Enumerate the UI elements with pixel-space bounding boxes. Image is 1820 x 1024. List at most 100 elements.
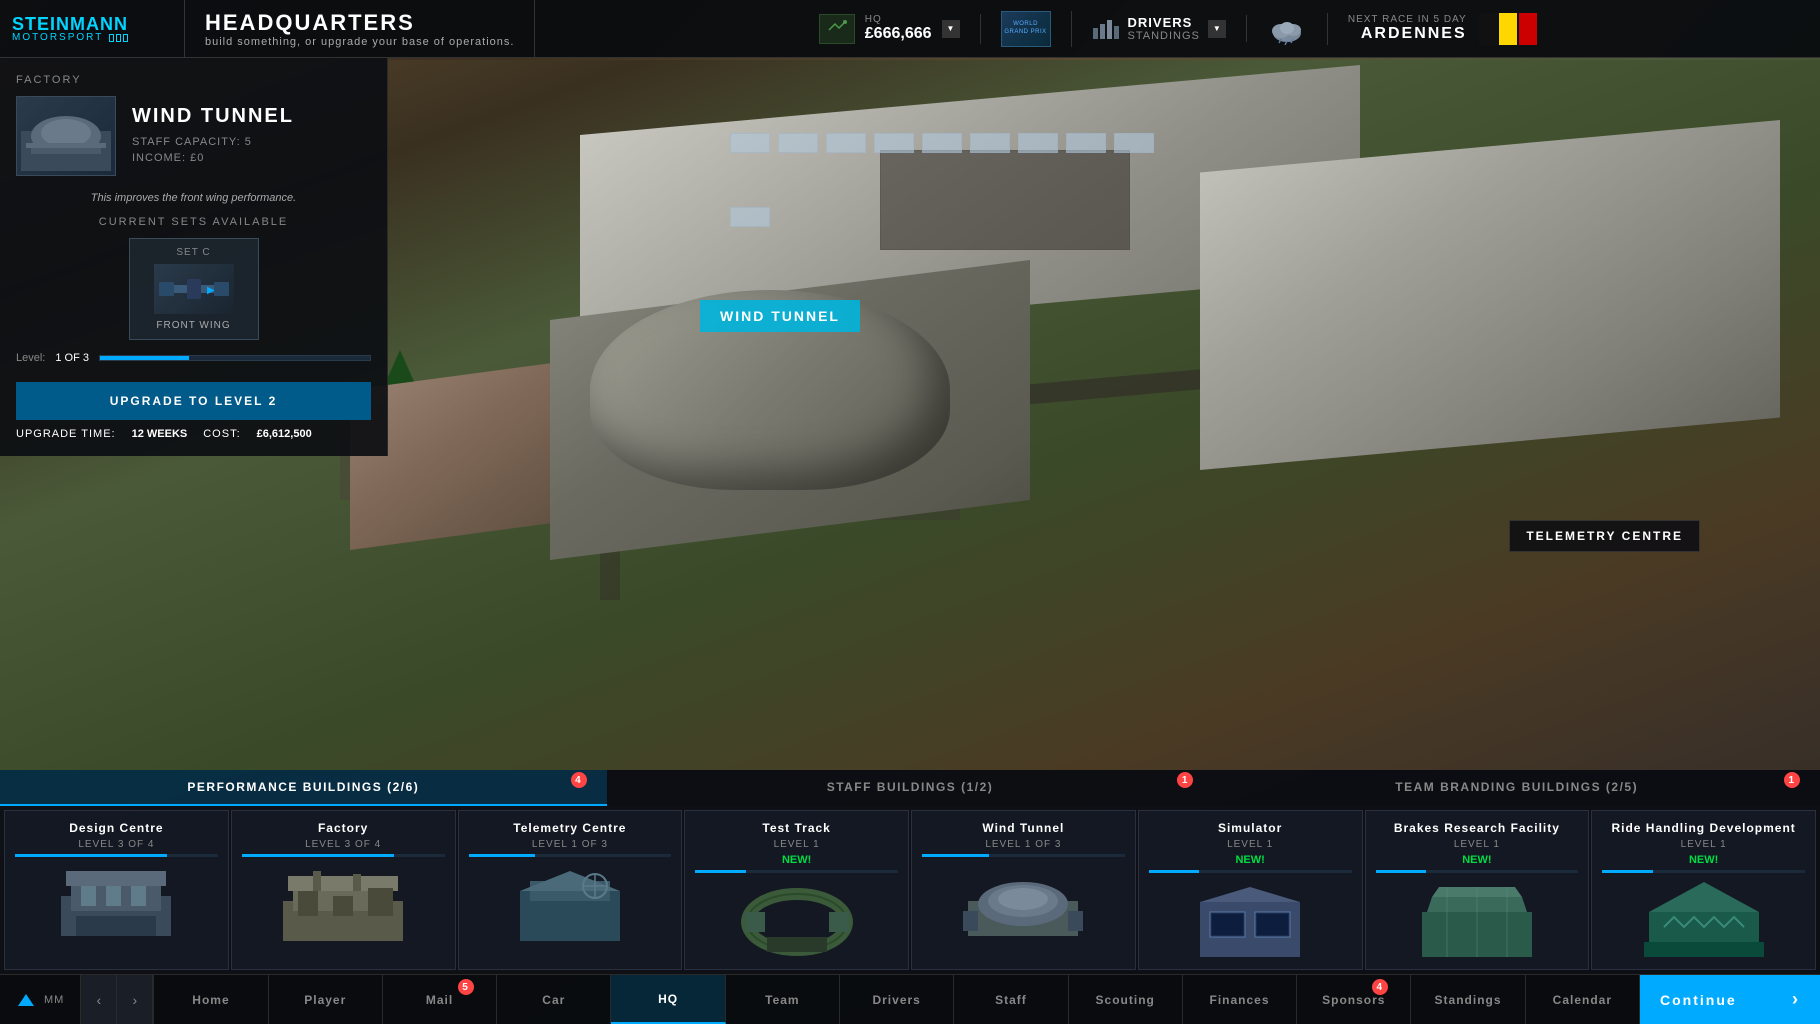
bc-bar-factory: [242, 854, 445, 857]
level-value: 1 OF 3: [55, 352, 89, 364]
bc-image-test-track: [695, 879, 898, 959]
bc-image-simulator: [1149, 879, 1352, 959]
building-card-design-centre[interactable]: Design Centre LEVEL 3 OF 4: [4, 810, 229, 970]
building-header: WIND TUNNEL STAFF CAPACITY: 5 INCOME: £0: [16, 96, 371, 176]
next-race-label: NEXT RACE IN 5 DAY: [1348, 14, 1467, 25]
world-gp-badge: WORLDGRAND PRIX: [1001, 11, 1051, 47]
staff-capacity-row: STAFF CAPACITY: 5: [132, 136, 371, 148]
bc-bar-fill-telemetry: [469, 854, 536, 857]
design-centre-img: [56, 866, 176, 941]
set-label: SET C: [138, 247, 250, 258]
bc-level-factory: LEVEL 3 OF 4: [242, 839, 445, 850]
nav-calendar[interactable]: Calendar: [1526, 975, 1640, 1024]
logo-steinmann: STEINMANN: [12, 15, 128, 33]
level-bar-fill: [100, 356, 189, 360]
money-icon: [819, 14, 855, 44]
bc-bar-fill-factory: [242, 854, 394, 857]
staff-capacity: STAFF CAPACITY: 5: [132, 136, 252, 148]
level-info-row: Level: 1 OF 3: [16, 352, 371, 364]
bc-level-test-track: LEVEL 1: [695, 839, 898, 850]
telemetry-img: [510, 866, 630, 941]
header-middle: HQ £666,666 ▼ WORLDGRAND PRIX DRIVERS ST…: [535, 11, 1820, 47]
staff-badge: 1: [1177, 772, 1193, 788]
nav-scouting[interactable]: Scouting: [1069, 975, 1183, 1024]
next-race-text: NEXT RACE IN 5 DAY ARDENNES: [1348, 14, 1467, 43]
bc-image-brakes: [1376, 879, 1579, 959]
logo-area: STEINMANN MOTORSPORT: [0, 0, 185, 57]
building-card-factory[interactable]: Factory LEVEL 3 OF 4: [231, 810, 456, 970]
nav-mail[interactable]: Mail 5: [383, 975, 497, 1024]
building-card-wind-tunnel[interactable]: Wind Tunnel LEVEL 1 OF 3: [911, 810, 1136, 970]
next-race-location: ARDENNES: [1348, 25, 1467, 43]
upgrade-cost-value: £6,612,500: [257, 428, 312, 440]
bc-name-factory: Factory: [242, 821, 445, 835]
nav-standings[interactable]: Standings: [1411, 975, 1525, 1024]
level-bar: [99, 355, 371, 361]
bc-bar-test-track: [695, 870, 898, 873]
building-card-ride-handling[interactable]: Ride Handling Development LEVEL 1 NEW!: [1591, 810, 1816, 970]
test-track-img: [737, 882, 857, 957]
nav-back-btn[interactable]: ‹: [81, 975, 117, 1024]
bc-name-telemetry: Telemetry Centre: [469, 821, 672, 835]
bc-level-brakes: LEVEL 1: [1376, 839, 1579, 850]
nav-team[interactable]: Team: [726, 975, 840, 1024]
drivers-area[interactable]: DRIVERS STANDINGS ▼: [1072, 15, 1247, 42]
nav-home[interactable]: Home: [154, 975, 268, 1024]
building-card-brakes[interactable]: Brakes Research Facility LEVEL 1 NEW!: [1365, 810, 1590, 970]
logo-motorsport: MOTORSPORT: [12, 33, 103, 43]
building-name: WIND TUNNEL: [132, 105, 371, 128]
bc-level-simulator: LEVEL 1: [1149, 839, 1352, 850]
sponsors-badge: 4: [1372, 979, 1388, 995]
income: INCOME: £0: [132, 152, 204, 164]
nav-forward-btn[interactable]: ›: [117, 975, 153, 1024]
upgrade-details: UPGRADE TIME: 12 WEEKS COST: £6,612,500: [16, 428, 371, 440]
building-description: This improves the front wing performance…: [16, 192, 371, 204]
upgrade-time-label: UPGRADE TIME:: [16, 428, 116, 440]
bc-name-test-track: Test Track: [695, 821, 898, 835]
nav-staff[interactable]: Staff: [954, 975, 1068, 1024]
tab-staff[interactable]: STAFF BUILDINGS (1/2) 1: [607, 770, 1214, 806]
upgrade-button[interactable]: UPGRADE TO LEVEL 2: [16, 382, 371, 420]
performance-badge: 4: [571, 772, 587, 788]
nav-player[interactable]: Player: [269, 975, 383, 1024]
bc-bar-ride: [1602, 870, 1805, 873]
bc-new-test-track: NEW!: [695, 854, 898, 866]
current-sets-label: CURRENT SETS AVAILABLE: [16, 216, 371, 228]
svg-text:▶: ▶: [207, 285, 215, 296]
set-card[interactable]: SET C ▶ FRONT WING: [129, 238, 259, 340]
drivers-label: DRIVERS: [1128, 15, 1200, 30]
ride-handling-img: [1644, 882, 1764, 957]
nav-logo-icon: MM: [16, 992, 64, 1008]
bc-image-factory: [242, 863, 445, 943]
tab-performance[interactable]: PERFORMANCE BUILDINGS (2/6) 4: [0, 770, 607, 806]
bc-bar-simulator: [1149, 870, 1352, 873]
nav-hq[interactable]: HQ: [611, 975, 725, 1024]
building-card-test-track[interactable]: Test Track LEVEL 1 NEW!: [684, 810, 909, 970]
bc-level-telemetry: LEVEL 1 OF 3: [469, 839, 672, 850]
flag-red-stripe: [1519, 13, 1537, 45]
drivers-dropdown-btn[interactable]: ▼: [1208, 20, 1226, 38]
flag-yellow-stripe: [1499, 13, 1517, 45]
page-title: HEADQUARTERS: [205, 10, 514, 36]
nav-sponsors[interactable]: Sponsors 4: [1297, 975, 1411, 1024]
bc-bar-fill-sim: [1149, 870, 1200, 873]
money-dropdown-btn[interactable]: ▼: [942, 20, 960, 38]
nav-drivers[interactable]: Drivers: [840, 975, 954, 1024]
continue-arrow-icon: ›: [1792, 989, 1800, 1010]
building-card-telemetry[interactable]: Telemetry Centre LEVEL 1 OF 3: [458, 810, 683, 970]
weather-area: [1247, 13, 1328, 45]
nav-arrows: ‹ ›: [81, 975, 154, 1024]
tab-branding[interactable]: TEAM BRANDING BUILDINGS (2/5) 1: [1213, 770, 1820, 806]
bc-bar-fill-design: [15, 854, 167, 857]
bc-image-design: [15, 863, 218, 943]
nav-car[interactable]: Car: [497, 975, 611, 1024]
continue-button[interactable]: Continue ›: [1640, 975, 1820, 1024]
income-row: INCOME: £0: [132, 152, 371, 164]
bc-image-telemetry: [469, 863, 672, 943]
money-area[interactable]: HQ £666,666 ▼: [799, 14, 981, 44]
nav-finances[interactable]: Finances: [1183, 975, 1297, 1024]
bc-bar-design: [15, 854, 218, 857]
building-card-simulator[interactable]: Simulator LEVEL 1 NEW!: [1138, 810, 1363, 970]
bc-image-wind-tunnel: [922, 863, 1125, 943]
building-thumbnail: [16, 96, 116, 176]
